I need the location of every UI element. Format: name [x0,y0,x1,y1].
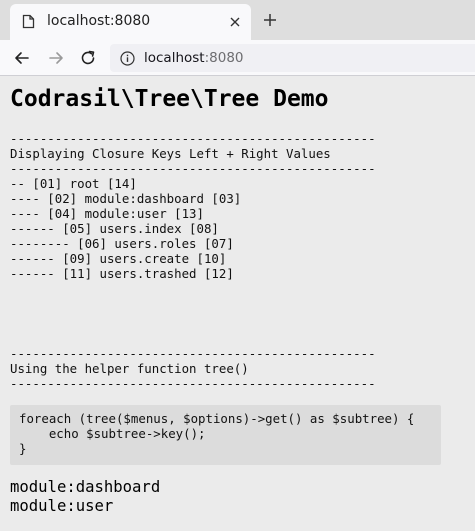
rule-line: ----------------------------------------… [10,346,376,361]
info-icon[interactable] [120,51,135,66]
tree-item: ------ [11] users.trashed [12] [10,266,234,281]
rule-line: ----------------------------------------… [10,376,376,391]
tree-item: -- [01] root [14] [10,176,137,191]
page-content: Codrasil\Tree\Tree Demo ----------------… [0,77,475,531]
code-line: echo $subtree->key(); [19,426,206,441]
tree-output: ----------------------------------------… [10,131,376,281]
section-heading: Using the helper function tree() [10,361,249,376]
tab-title: localhost:8080 [47,13,151,29]
tree-item: ------ [05] users.index [08] [10,221,219,236]
output-line: module:dashboard [10,478,161,496]
code-block: foreach (tree($menus, $options)->get() a… [10,405,441,465]
page-title: Codrasil\Tree\Tree Demo [10,86,329,112]
code-line: } [19,441,27,456]
url-port: :8080 [204,50,244,66]
rule-line: ----------------------------------------… [10,131,376,146]
helper-output: module:dashboard module:user [10,478,160,516]
browser-tab[interactable]: localhost:8080 [10,4,251,40]
tab-strip: localhost:8080 [0,0,475,40]
tree-item: ---- [02] module:dashboard [03] [10,191,242,206]
forward-arrow-icon[interactable] [46,48,66,68]
code-line: foreach (tree($menus, $options)->get() a… [19,411,415,426]
url-text: localhost:8080 [144,49,244,67]
helper-header: ----------------------------------------… [10,346,376,391]
tree-item: ---- [04] module:user [13] [10,206,204,221]
address-bar[interactable]: localhost:8080 [110,44,475,72]
section-heading: Displaying Closure Keys Left + Right Val… [10,146,331,161]
back-arrow-icon[interactable] [12,48,32,68]
reload-icon[interactable] [78,48,98,68]
rule-line: ----------------------------------------… [10,161,376,176]
navigation-toolbar: localhost:8080 [0,40,475,76]
output-line: module:user [10,497,114,515]
page-icon [22,14,35,29]
tree-item: ------ [09] users.create [10] [10,251,227,266]
url-host: localhost [144,50,205,66]
tree-item: -------- [06] users.roles [07] [10,236,234,251]
plus-icon[interactable] [262,12,278,28]
close-icon[interactable] [227,14,243,30]
